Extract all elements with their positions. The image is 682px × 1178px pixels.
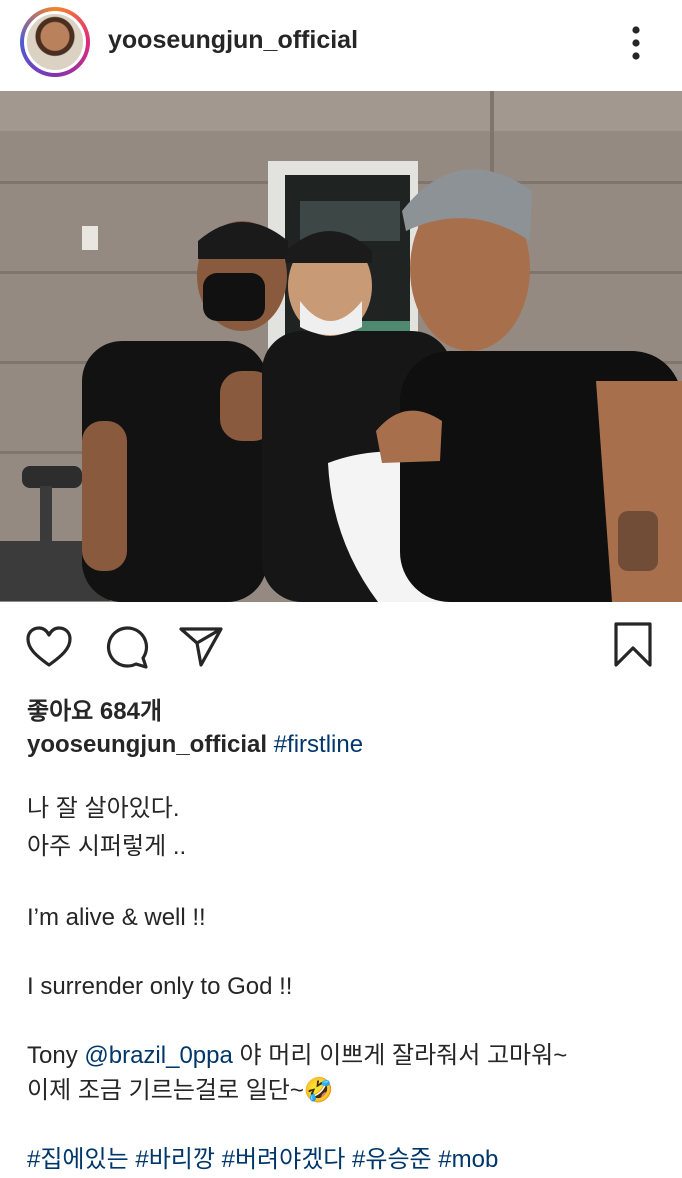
mention-link[interactable]: @brazil_0ppa	[84, 1042, 232, 1069]
caption: yooseungjun_official #firstline	[27, 731, 667, 759]
profile-photo	[24, 11, 86, 73]
hashtag-link[interactable]: #mob	[438, 1146, 498, 1173]
hashtag-link[interactable]: #유승준	[352, 1146, 432, 1173]
hashtag-link[interactable]: #집에있는	[27, 1146, 129, 1173]
caption-text: 이제 조금 기르는걸로 일단~	[27, 1077, 304, 1104]
caption-text: Tony	[27, 1042, 78, 1069]
caption-username[interactable]: yooseungjun_official	[27, 731, 267, 758]
caption-line: Tony @brazil_0ppa 야 머리 이쁘게 잘라줘서 고마워~	[27, 1041, 567, 1071]
hashtag-line: #집에있는 #바리깡 #버려야겠다 #유승준 #mob	[27, 1145, 498, 1175]
photo-illustration	[0, 91, 682, 602]
caption-line: I’m alive & well !!	[27, 904, 206, 931]
more-vertical-icon[interactable]	[626, 24, 646, 64]
send-icon[interactable]	[177, 625, 225, 669]
heart-icon[interactable]	[25, 625, 73, 669]
caption-text: 야 머리 이쁘게 잘라줘서 고마워~	[239, 1042, 568, 1069]
likes-count[interactable]: 좋아요 684개	[27, 691, 162, 726]
comment-icon[interactable]	[103, 625, 149, 669]
avatar[interactable]	[20, 7, 90, 77]
hashtag-link[interactable]: #버려야겠다	[222, 1146, 346, 1173]
caption-hashtag[interactable]: #firstline	[274, 731, 363, 758]
caption-line: 나 잘 살아있다.	[27, 795, 180, 822]
laughing-emoji-icon: 🤣	[303, 1077, 334, 1104]
post-photo[interactable]	[0, 91, 682, 602]
post-actions	[0, 615, 682, 675]
caption-line: 이제 조금 기르는걸로 일단~🤣	[27, 1076, 334, 1106]
bookmark-icon[interactable]	[612, 621, 654, 669]
hashtag-link[interactable]: #바리깡	[135, 1146, 215, 1173]
post-username[interactable]: yooseungjun_official	[108, 26, 358, 55]
caption-line: 아주 시퍼렇게 ..	[27, 833, 187, 860]
caption-line: I surrender only to God !!	[27, 973, 293, 1000]
post-header: yooseungjun_official	[0, 0, 682, 88]
